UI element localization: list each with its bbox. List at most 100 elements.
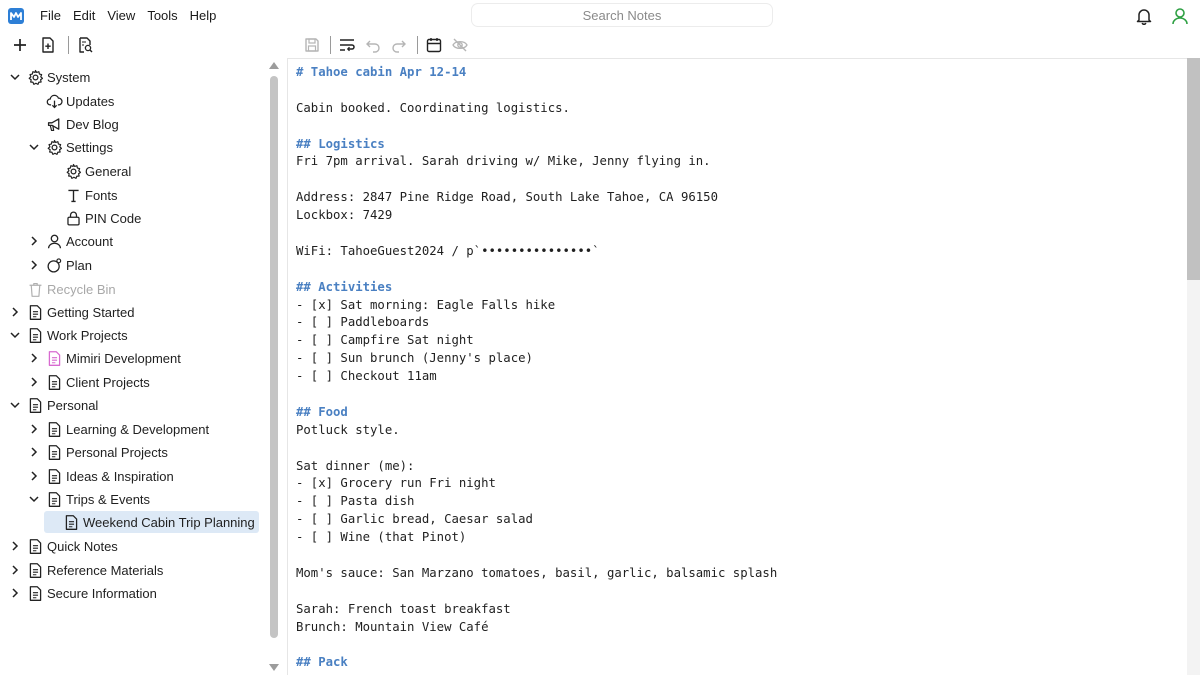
document-icon	[26, 584, 44, 602]
tree-item[interactable]: System	[8, 66, 90, 88]
sidebar-scrollbar[interactable]	[266, 62, 282, 675]
tree-item[interactable]: Reference Materials	[8, 559, 163, 581]
account-status-icon[interactable]	[1168, 4, 1192, 28]
chevron-right-icon[interactable]	[27, 469, 41, 483]
search-box	[472, 4, 772, 26]
tree-item-label: Ideas & Inspiration	[66, 468, 174, 484]
tree-item-label: Getting Started	[47, 304, 135, 320]
tree-item[interactable]: Fonts	[46, 184, 118, 206]
tree-item[interactable]: General	[46, 160, 131, 182]
top-right-actions	[1132, 4, 1192, 28]
tree-item[interactable]: Settings	[27, 136, 113, 158]
tree-item[interactable]: Personal Projects	[27, 441, 168, 463]
menu-edit[interactable]: Edit	[67, 0, 101, 32]
chevron-right-icon[interactable]	[27, 258, 41, 272]
tree-item[interactable]: Client Projects	[27, 371, 150, 393]
editor-line: - [ ] Campfire Sat night	[296, 333, 474, 348]
tree-item[interactable]: Ideas & Inspiration	[27, 465, 174, 487]
undo-icon[interactable]	[361, 33, 385, 57]
tree-item[interactable]: Plan	[27, 254, 92, 276]
gear-icon	[64, 162, 82, 180]
add-icon[interactable]	[8, 33, 32, 57]
calendar-icon[interactable]	[422, 33, 446, 57]
megaphone-icon	[45, 115, 63, 133]
chevron-right-icon[interactable]	[27, 351, 41, 365]
chevron-right-icon[interactable]	[8, 539, 22, 553]
save-icon[interactable]	[300, 33, 324, 57]
editor-line: - [x] Sat morning: Eagle Falls hike	[296, 297, 556, 312]
tree-item[interactable]: Quick Notes	[8, 535, 118, 557]
tree-item[interactable]: Dev Blog	[27, 113, 119, 135]
editor-line: Fri 7pm arrival. Sarah driving w/ Mike, …	[296, 154, 711, 169]
editor-line: Cabin booked. Coordinating logistics.	[296, 100, 570, 115]
menu-tools[interactable]: Tools	[141, 0, 183, 32]
toolbar-divider	[417, 36, 418, 54]
new-note-icon[interactable]	[36, 33, 60, 57]
title-bar: File Edit View Tools Help	[0, 0, 1200, 32]
bell-icon[interactable]	[1132, 4, 1156, 28]
redo-icon[interactable]	[387, 33, 411, 57]
editor-line: Sat dinner (me):	[296, 458, 415, 473]
tree-item[interactable]: Personal	[8, 394, 98, 416]
notes-tree: System Updates Dev Blog Settings General Font…	[0, 62, 266, 675]
tree-item[interactable]: Recycle Bin	[8, 278, 116, 300]
editor-scroll-thumb[interactable]	[1187, 58, 1200, 280]
chevron-down-icon[interactable]	[8, 328, 22, 342]
chevron-down-icon[interactable]	[27, 492, 41, 506]
chevron-right-icon[interactable]	[27, 375, 41, 389]
chevron-right-icon[interactable]	[27, 422, 41, 436]
search-input[interactable]	[472, 7, 772, 23]
chevron-down-icon[interactable]	[8, 398, 22, 412]
editor-line: - [ ] Sun brunch (Jenny's place)	[296, 351, 533, 366]
document-pink-icon	[45, 349, 63, 367]
tree-item-label: Fonts	[85, 187, 118, 203]
tree-item[interactable]: Mimiri Development	[27, 347, 181, 369]
chevron-right-icon[interactable]	[8, 586, 22, 600]
editor-line: Brunch: Mountain View Café	[296, 619, 489, 634]
chevron-right-icon[interactable]	[8, 305, 22, 319]
chevron-right-icon[interactable]	[8, 563, 22, 577]
tree-item[interactable]: Weekend Cabin Trip Planning	[44, 511, 259, 533]
tree-item[interactable]: Learning & Development	[27, 418, 209, 440]
note-editor[interactable]: # Tahoe cabin Apr 12-14 Cabin booked. Coo…	[287, 58, 1187, 675]
chevron-right-icon[interactable]	[27, 445, 41, 459]
chevron-down-icon[interactable]	[27, 140, 41, 154]
tree-item[interactable]: Getting Started	[8, 301, 134, 323]
editor-line: Sarah: French toast breakfast	[296, 601, 511, 616]
menu-view[interactable]: View	[101, 0, 141, 32]
editor-line: - [ ] Checkout 11am	[296, 369, 437, 384]
editor-line: - [ ] Paddleboards	[296, 315, 430, 330]
tree-item[interactable]: Trips & Events	[27, 488, 150, 510]
word-wrap-icon[interactable]	[335, 33, 359, 57]
tree-item-label: Settings	[66, 139, 113, 155]
tree-item[interactable]: Work Projects	[8, 324, 128, 346]
editor-text[interactable]: # Tahoe cabin Apr 12-14 Cabin booked. Coo…	[296, 64, 777, 672]
tree-item-label: Updates	[66, 93, 115, 109]
tree-item-label: Recycle Bin	[47, 281, 116, 297]
editor-scrollbar[interactable]	[1187, 58, 1200, 675]
menu-file[interactable]: File	[34, 0, 67, 32]
scroll-up-arrow-icon[interactable]	[269, 62, 279, 69]
scroll-down-arrow-icon[interactable]	[269, 664, 279, 671]
eye-off-icon[interactable]	[448, 33, 472, 57]
tree-item[interactable]: Updates	[27, 90, 114, 112]
tree-item[interactable]: PIN Code	[46, 207, 141, 229]
search-note-icon[interactable]	[73, 33, 97, 57]
menu-help[interactable]: Help	[184, 0, 223, 32]
tree-item[interactable]: Secure Information	[8, 582, 157, 604]
editor-line: Lockbox: 7429	[296, 208, 393, 223]
tree-item-label: Dev Blog	[66, 116, 119, 132]
tree-item[interactable]: Account	[27, 230, 113, 252]
chevron-down-icon[interactable]	[8, 70, 22, 84]
sidebar-scroll-thumb[interactable]	[270, 76, 278, 638]
chevron-right-icon[interactable]	[27, 234, 41, 248]
document-icon	[26, 396, 44, 414]
editor-line: ## Logistics	[296, 136, 385, 151]
